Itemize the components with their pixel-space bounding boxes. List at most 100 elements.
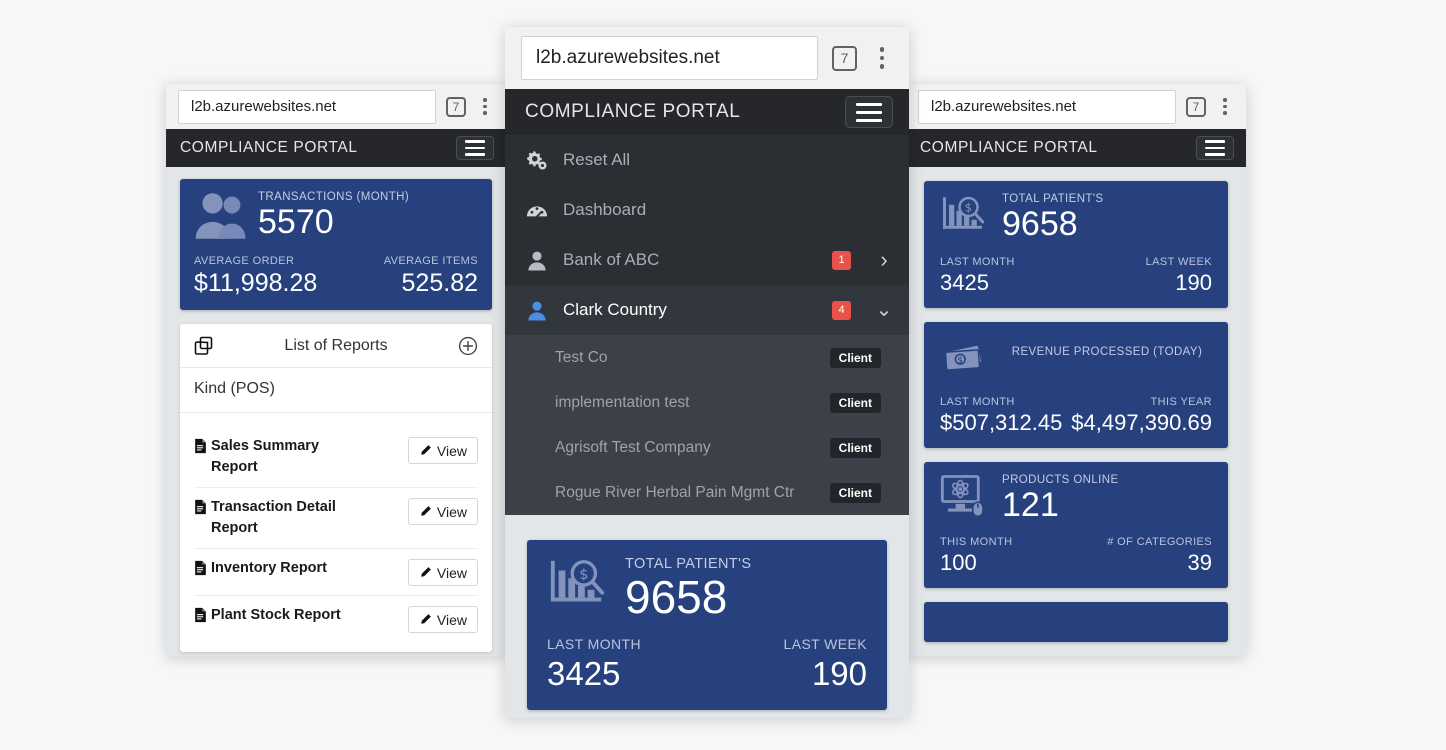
right-card-caption: PRODUCTS ONLINE: [1002, 474, 1119, 486]
left-panel-body: TRANSACTIONS (MONTH) 5570 AVERAGE ORDER …: [166, 167, 506, 652]
reports-title: List of Reports: [284, 336, 388, 354]
average-order-stat: AVERAGE ORDER $11,998.28: [194, 255, 317, 296]
center-app-header: COMPLIANCE PORTAL: [505, 89, 909, 135]
average-order-value: $11,998.28: [194, 269, 318, 297]
nav-item-label: Clark Country: [563, 300, 667, 319]
left-tab-count-button[interactable]: 7: [446, 96, 466, 117]
report-name: Plant Stock Report: [194, 605, 341, 630]
nav-item-label: Reset All: [563, 150, 631, 169]
right-card-value: 121: [1002, 486, 1059, 524]
svg-text:$: $: [579, 567, 588, 583]
average-items-stat: AVERAGE ITEMS 525.82: [384, 255, 478, 296]
view-report-button[interactable]: View: [407, 498, 478, 525]
right-hamburger-button[interactable]: [1196, 136, 1234, 160]
left-browser-chrome: l2b.azurewebsites.net 7: [166, 84, 506, 129]
right-card-bottom: LAST MONTH 3425 LAST WEEK 190: [940, 256, 1212, 294]
two-users-icon: [194, 191, 248, 241]
center-hamburger-button[interactable]: [845, 96, 893, 128]
nav-item-bank-of-abc[interactable]: Bank of ABC 1 ›: [505, 235, 909, 285]
right-stat-card: $ REVENUE PROCESSED (TODAY) LAST MONTH $…: [924, 322, 1228, 448]
right-card-left-value: $507,312.45: [940, 410, 1063, 435]
left-hamburger-button[interactable]: [456, 136, 494, 160]
right-card-bottom: THIS MONTH 100 # OF CATEGORIES 39: [940, 536, 1212, 574]
user-icon: [525, 250, 549, 271]
submenu-item[interactable]: Test Co Client: [505, 335, 909, 380]
right-card-left-stat: LAST MONTH $507,312.45: [940, 396, 1062, 434]
svg-text:$: $: [965, 202, 972, 215]
center-nav-menu: Reset All Dashboard Bank of ABC 1 › Clar…: [505, 135, 909, 335]
right-kebab-menu-icon[interactable]: [1216, 96, 1234, 118]
chevron-down-icon[interactable]: ⌄: [876, 300, 893, 320]
report-name-label: Inventory Report: [211, 560, 328, 576]
right-card-right-stat: THIS YEAR $4,497,390.69: [1071, 396, 1212, 434]
center-browser-chrome: l2b.azurewebsites.net 7: [505, 27, 909, 89]
total-patients-value: 9658: [625, 571, 728, 623]
submenu-item-label: implementation test: [555, 393, 690, 411]
nav-item-badge: 4: [832, 300, 851, 320]
transactions-card-values: TRANSACTIONS (MONTH) 5570: [258, 191, 478, 239]
nav-item-clark-country[interactable]: Clark Country 4 ⌄: [505, 285, 909, 335]
plus-circle-icon[interactable]: [458, 336, 478, 356]
view-report-label: View: [436, 503, 467, 520]
dashboard-gauge-icon: [525, 200, 549, 220]
right-stat-card: PRODUCTS ONLINE 121 THIS MONTH 100 # OF …: [924, 462, 1228, 588]
left-kebab-menu-icon[interactable]: [476, 96, 494, 118]
nav-item-badge: 1: [832, 250, 851, 270]
transactions-card-top: TRANSACTIONS (MONTH) 5570: [194, 191, 478, 241]
right-card-bottom: LAST MONTH $507,312.45 THIS YEAR $4,497,…: [940, 396, 1212, 434]
average-order-label: AVERAGE ORDER: [194, 255, 295, 267]
reports-kind-row[interactable]: Kind (POS): [180, 368, 492, 413]
right-card-left-stat: LAST MONTH 3425: [940, 256, 1015, 294]
submenu-item[interactable]: implementation test Client: [505, 380, 909, 425]
chevron-right-icon[interactable]: ›: [877, 249, 891, 271]
right-url-bar[interactable]: l2b.azurewebsites.net: [918, 89, 1176, 124]
view-report-button[interactable]: View: [407, 559, 478, 586]
submenu-item[interactable]: Rogue River Herbal Pain Mgmt Ctr Client: [505, 470, 909, 515]
right-card-left-value: 100: [940, 550, 977, 575]
right-tab-count-button[interactable]: 7: [1186, 96, 1206, 117]
right-card-values: PRODUCTS ONLINE 121: [1002, 474, 1212, 522]
right-tab-count-value: 7: [1192, 99, 1200, 114]
right-browser-chrome: l2b.azurewebsites.net 7: [906, 84, 1246, 129]
file-report-icon: [194, 560, 207, 583]
copy-files-icon: [194, 336, 214, 356]
pencil-icon: [419, 505, 432, 518]
left-url-bar[interactable]: l2b.azurewebsites.net: [178, 89, 436, 124]
right-card-caption: TOTAL PATIENT'S: [1002, 193, 1104, 205]
transactions-card-bottom: AVERAGE ORDER $11,998.28 AVERAGE ITEMS 5…: [194, 255, 478, 296]
right-stat-card: $ TOTAL PATIENT'S 9658 LAST MONTH 3425 L…: [924, 181, 1228, 308]
center-url-bar[interactable]: l2b.azurewebsites.net: [521, 36, 818, 80]
center-tab-count-button[interactable]: 7: [832, 45, 857, 71]
report-name: Transaction Detail Report: [194, 497, 359, 539]
report-name-label: Transaction Detail Report: [211, 499, 336, 536]
total-patients-caption: TOTAL PATIENT'S: [625, 556, 752, 572]
right-phone-panel: l2b.azurewebsites.net 7 COMPLIANCE PORTA…: [906, 84, 1246, 656]
monitor-mouse-icon: [940, 474, 990, 523]
right-card-left-label: THIS MONTH: [940, 536, 1013, 548]
right-card-right-stat: # OF CATEGORIES 39: [1107, 536, 1212, 574]
submenu-item[interactable]: Agrisoft Test Company Client: [505, 425, 909, 470]
right-card-left-value: 3425: [940, 270, 989, 295]
view-report-button[interactable]: View: [407, 437, 478, 464]
view-report-label: View: [436, 442, 467, 459]
file-report-icon: [194, 438, 207, 461]
nav-item-label: Dashboard: [563, 200, 647, 219]
right-url-text: l2b.azurewebsites.net: [931, 98, 1077, 115]
transactions-card-value: 5570: [258, 203, 334, 241]
file-report-icon: [194, 607, 207, 630]
right-card-value: 9658: [1002, 205, 1078, 243]
report-row: Plant Stock Report View: [194, 595, 478, 642]
chart-search-icon: $: [547, 556, 609, 614]
left-phone-panel: l2b.azurewebsites.net 7 COMPLIANCE PORTA…: [166, 84, 506, 656]
total-patients-card-values: TOTAL PATIENT'S 9658: [625, 556, 867, 620]
center-kebab-menu-icon[interactable]: [871, 44, 893, 72]
left-app-title: COMPLIANCE PORTAL: [180, 139, 358, 156]
nav-item-dashboard[interactable]: Dashboard: [505, 185, 909, 235]
report-row: Transaction Detail Report View: [194, 487, 478, 548]
total-patients-card-bottom: LAST MONTH 3425 LAST WEEK 190: [547, 636, 867, 690]
center-tab-count-value: 7: [840, 50, 849, 66]
center-panel-body: $ TOTAL PATIENT'S 9658 LAST MONTH 3425 L…: [505, 515, 909, 710]
view-report-button[interactable]: View: [407, 606, 478, 633]
nav-item-reset-all[interactable]: Reset All: [505, 135, 909, 185]
right-card-right-value: 39: [1187, 550, 1212, 575]
